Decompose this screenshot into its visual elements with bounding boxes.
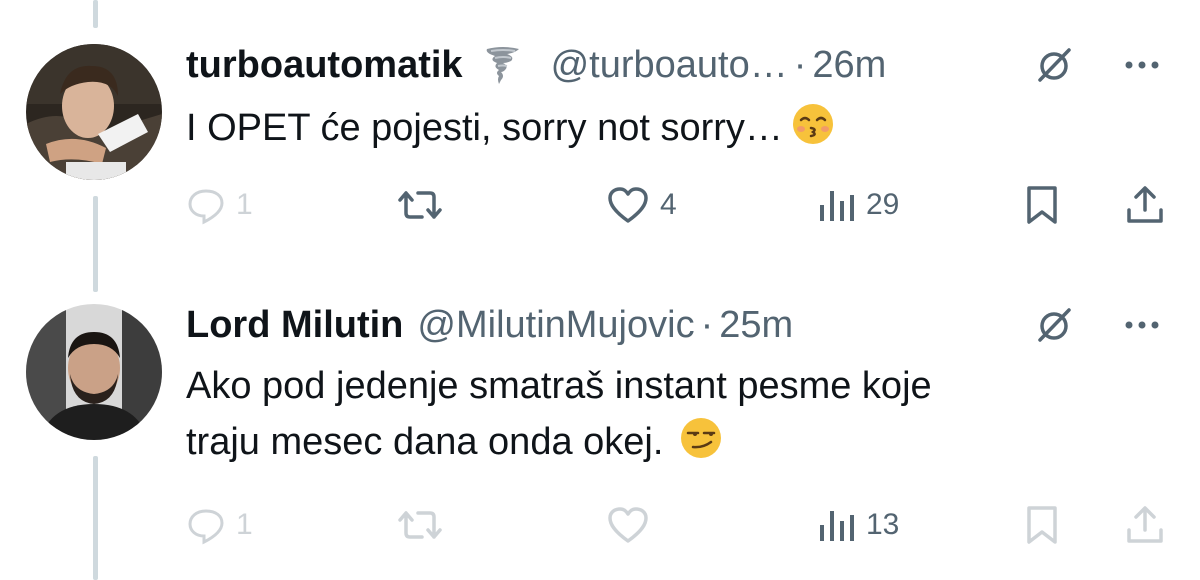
tweet-header: Lord Milutin @MilutinMujovic · 25m [186,300,1180,350]
smirking-face-emoji-icon [679,416,723,476]
avatar[interactable] [26,304,162,440]
heart-icon [608,187,648,223]
heart-icon [608,507,648,543]
reply-count: 1 [236,508,253,541]
timestamp[interactable]: 26m [812,40,886,90]
reply-icon [188,509,224,545]
kissing-face-emoji-icon [791,102,835,162]
share-icon [1127,506,1163,543]
views-icon [820,511,854,541]
tweet-text: I OPET će pojesti, sorry not sorry… [186,100,1140,162]
views-button[interactable]: 13 [816,500,899,550]
display-name[interactable]: Lord Milutin [186,300,403,350]
retweet-icon [398,191,442,219]
reply-button[interactable]: 1 [186,500,253,550]
bookmark-button[interactable] [1024,500,1060,550]
separator-dot: · [793,44,807,86]
views-count: 29 [866,188,900,221]
bookmark-icon [1027,186,1057,224]
timestamp[interactable]: 25m [719,300,793,350]
share-button[interactable] [1124,500,1166,550]
tweet-header: turboautomatik @turboauto… · 26m [186,40,1180,90]
like-button[interactable]: 4 [606,180,677,230]
tweet-actions: 1 4 29 [0,180,1200,230]
tweet-text-line: Ako pod jedenje smatraš instant pesme ko… [186,365,932,407]
tweet-text-line: traju mesec dana onda okej. [186,421,664,463]
retweet-button[interactable] [396,500,454,550]
views-button[interactable]: 29 [816,180,899,230]
reply-button[interactable]: 1 [186,180,253,230]
display-name[interactable]: turboautomatik [186,40,463,90]
tweet[interactable]: turboautomatik @turboauto… · 26m I OPET … [0,0,1200,260]
reply-icon [188,189,224,225]
grok-icon[interactable] [1034,305,1074,345]
tweet[interactable]: Lord Milutin @MilutinMujovic · 25m Ako p… [0,290,1200,580]
retweet-button[interactable] [396,180,454,230]
like-button[interactable] [606,500,660,550]
tornado-icon [485,45,521,85]
avatar[interactable] [26,44,162,180]
bookmark-icon [1027,506,1057,544]
user-handle[interactable]: @MilutinMujovic [417,300,694,350]
reply-count: 1 [236,188,253,221]
like-count: 4 [660,188,677,221]
grok-icon[interactable] [1034,45,1074,85]
more-options-icon[interactable] [1124,60,1160,70]
views-icon [820,191,854,221]
reply-thread: turboautomatik @turboauto… · 26m I OPET … [0,0,1200,580]
share-button[interactable] [1124,180,1166,230]
user-handle[interactable]: @turboauto… [551,40,788,90]
bookmark-button[interactable] [1024,180,1060,230]
retweet-icon [398,511,442,539]
tweet-text-line: I OPET će pojesti, sorry not sorry… [186,107,783,149]
views-count: 13 [866,508,900,541]
share-icon [1127,186,1163,223]
separator-dot: · [700,304,714,346]
more-options-icon[interactable] [1124,320,1160,330]
tweet-text: Ako pod jedenje smatraš instant pesme ko… [186,358,1140,476]
tweet-actions: 1 13 [0,500,1200,550]
